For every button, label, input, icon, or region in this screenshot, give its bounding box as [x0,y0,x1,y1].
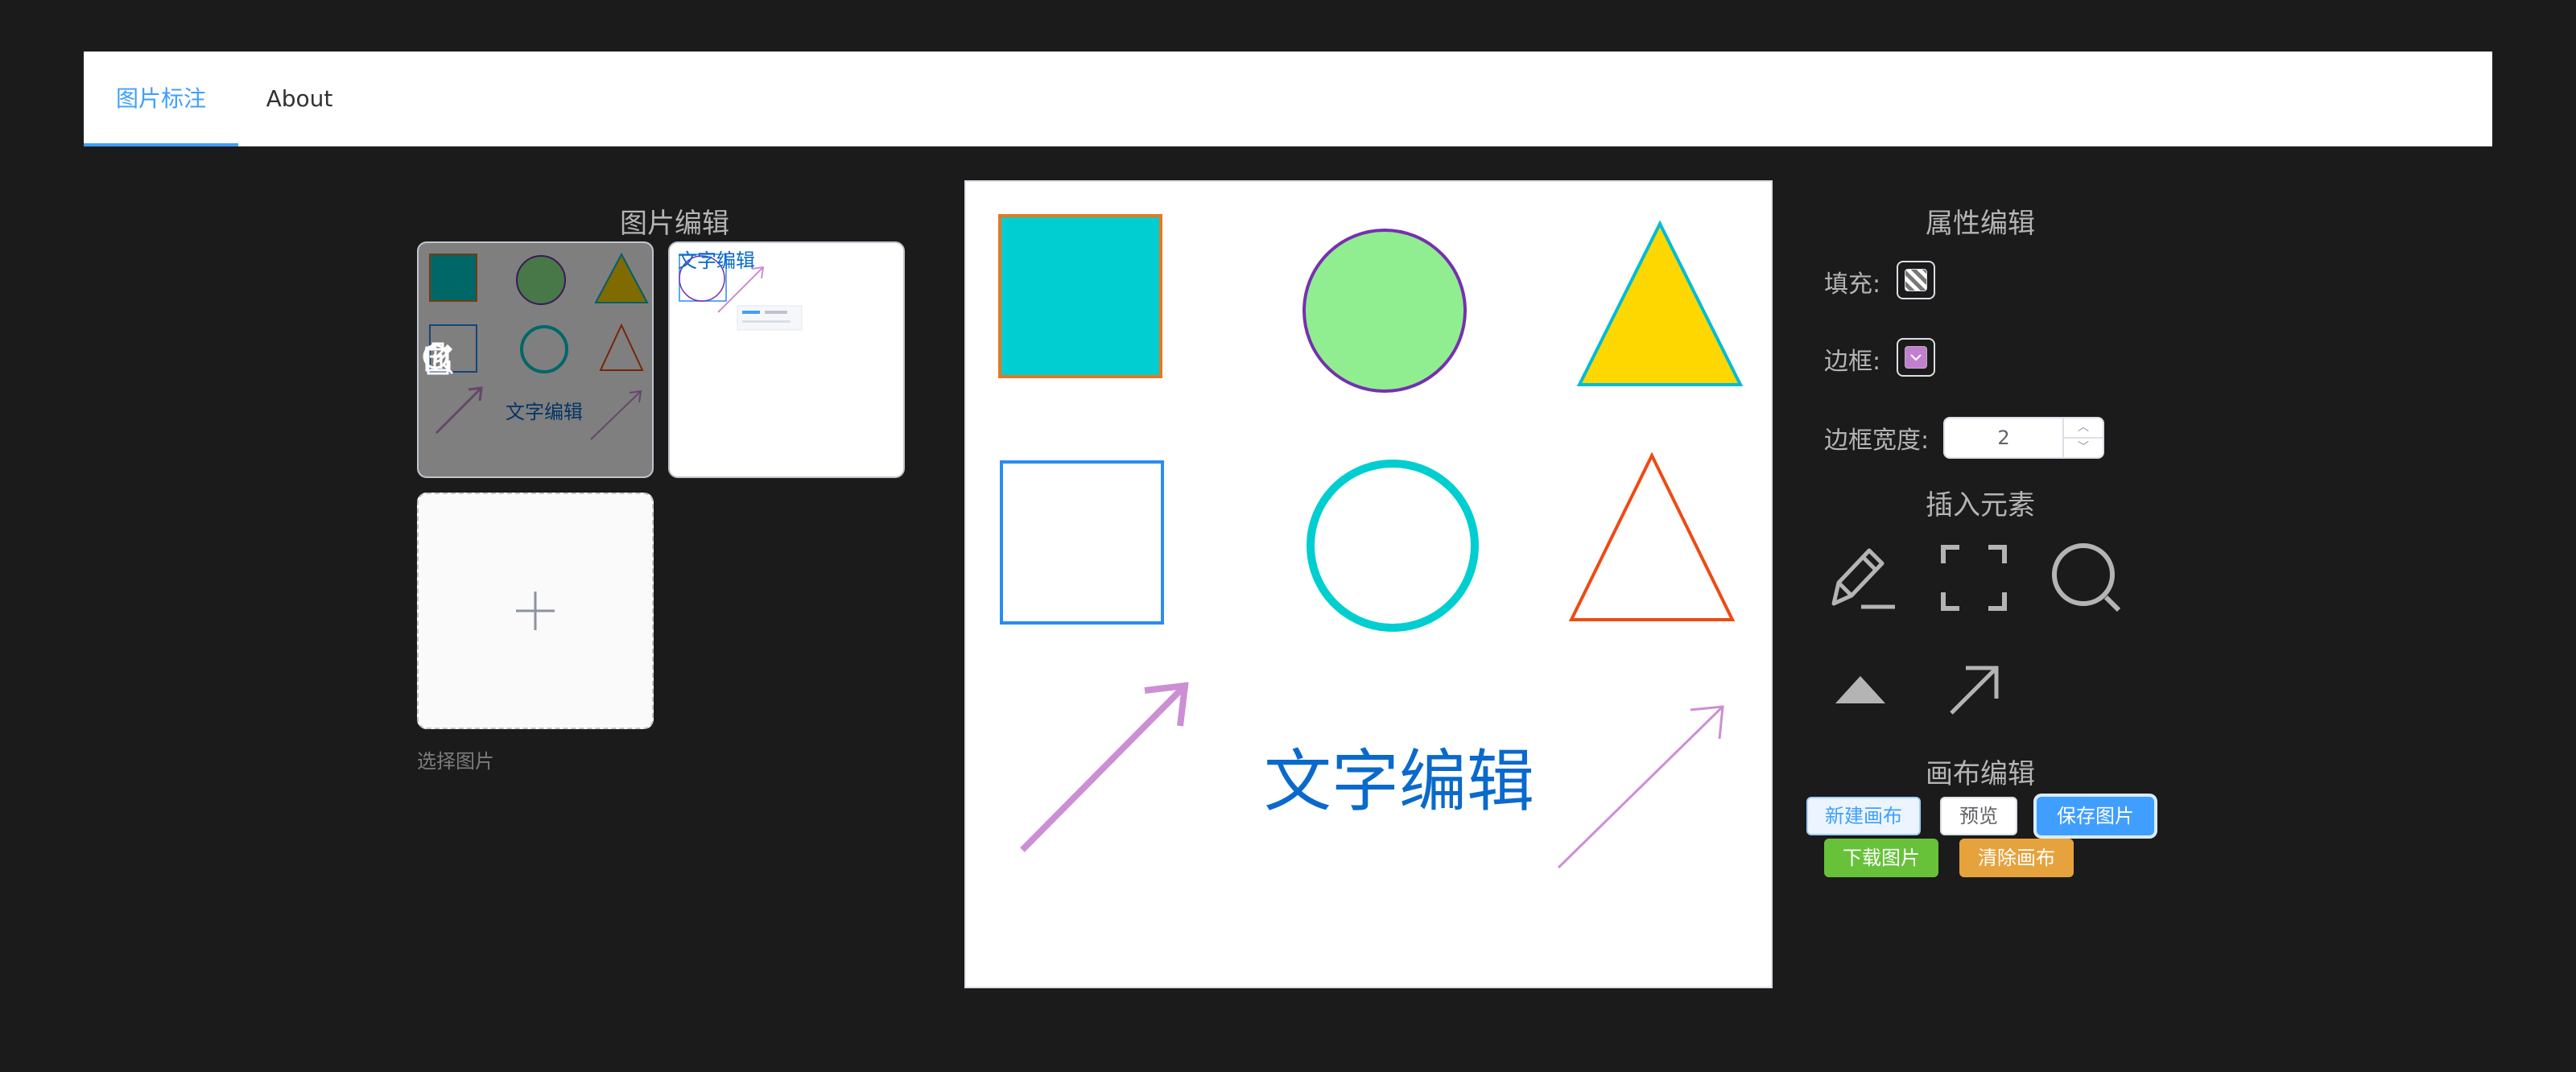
stroke-label: 边框: [1824,348,1881,376]
pencil-icon[interactable] [1826,541,1897,613]
drawing-canvas[interactable]: 文字编辑 [964,180,1773,988]
fill-color-picker[interactable] [1897,261,1935,299]
fill-label: 填充: [1824,270,1881,299]
search-circle-icon[interactable] [2050,541,2124,615]
outline-circle [1307,460,1479,632]
canvas-edit-title: 画布编辑 [1926,758,2035,790]
stroke-color-swatch [1905,346,1927,369]
clear-canvas-button[interactable]: 清除画布 [1959,839,2074,877]
stroke-width-label: 边框宽度: [1824,427,1930,455]
chevron-down-icon [1910,354,1922,361]
thin-arrow [1557,705,1724,869]
filled-circle [1302,229,1467,393]
download-image-button[interactable]: 下载图片 [1824,839,1938,877]
increase-button[interactable]: ︿ [2064,418,2103,439]
upload-tip: 选择图片 [417,750,494,773]
stroke-color-picker[interactable] [1897,338,1935,377]
thumbnail-1[interactable]: 文字编辑 [417,241,654,478]
canvas-shapes [998,214,1744,869]
new-canvas-button[interactable]: 新建画布 [1806,797,1921,835]
stroke-width-input[interactable]: 2 ︿ ﹀ [1943,417,2104,459]
top-nav: 图片标注 About [84,52,2492,146]
insert-element-title: 插入元素 [1926,489,2035,522]
stroke-width-stepper[interactable]: ︿ ﹀ [2062,418,2103,457]
preview-button[interactable]: 预览 [1940,797,2017,835]
stroke-width-value[interactable]: 2 [1945,418,2062,457]
delete-icon[interactable] [419,340,457,378]
fullscreen-frame-icon[interactable] [1940,544,2008,612]
canvas-text[interactable]: 文字编辑 [1264,728,1534,825]
property-edit-title: 属性编辑 [1926,208,2035,240]
decrease-button[interactable]: ﹀ [2064,439,2103,457]
upload-image-button[interactable] [417,493,654,729]
tab-about[interactable]: About [238,52,361,146]
thick-arrow [1020,683,1187,852]
filled-triangle [1576,220,1744,386]
outline-triangle [1568,451,1736,621]
image-edit-title: 图片编辑 [620,208,729,240]
filled-rectangle [998,214,1162,378]
thumbnail-2-preview: 文字编辑 [678,249,803,331]
outline-rectangle [1000,460,1164,625]
fill-color-swatch [1905,269,1927,291]
plus-icon [516,592,555,630]
active-tab-indicator [84,143,238,146]
arrow-icon[interactable] [1946,662,2003,718]
tab-image-annotation[interactable]: 图片标注 [84,52,238,146]
save-image-button[interactable]: 保存图片 [2037,797,2154,835]
triangle-icon[interactable] [1834,673,1887,707]
thumbnail-2-text: 文字编辑 [678,249,755,272]
thumbnail-hover-overlay [419,243,652,476]
thumbnail-2[interactable]: 文字编辑 [668,241,905,478]
